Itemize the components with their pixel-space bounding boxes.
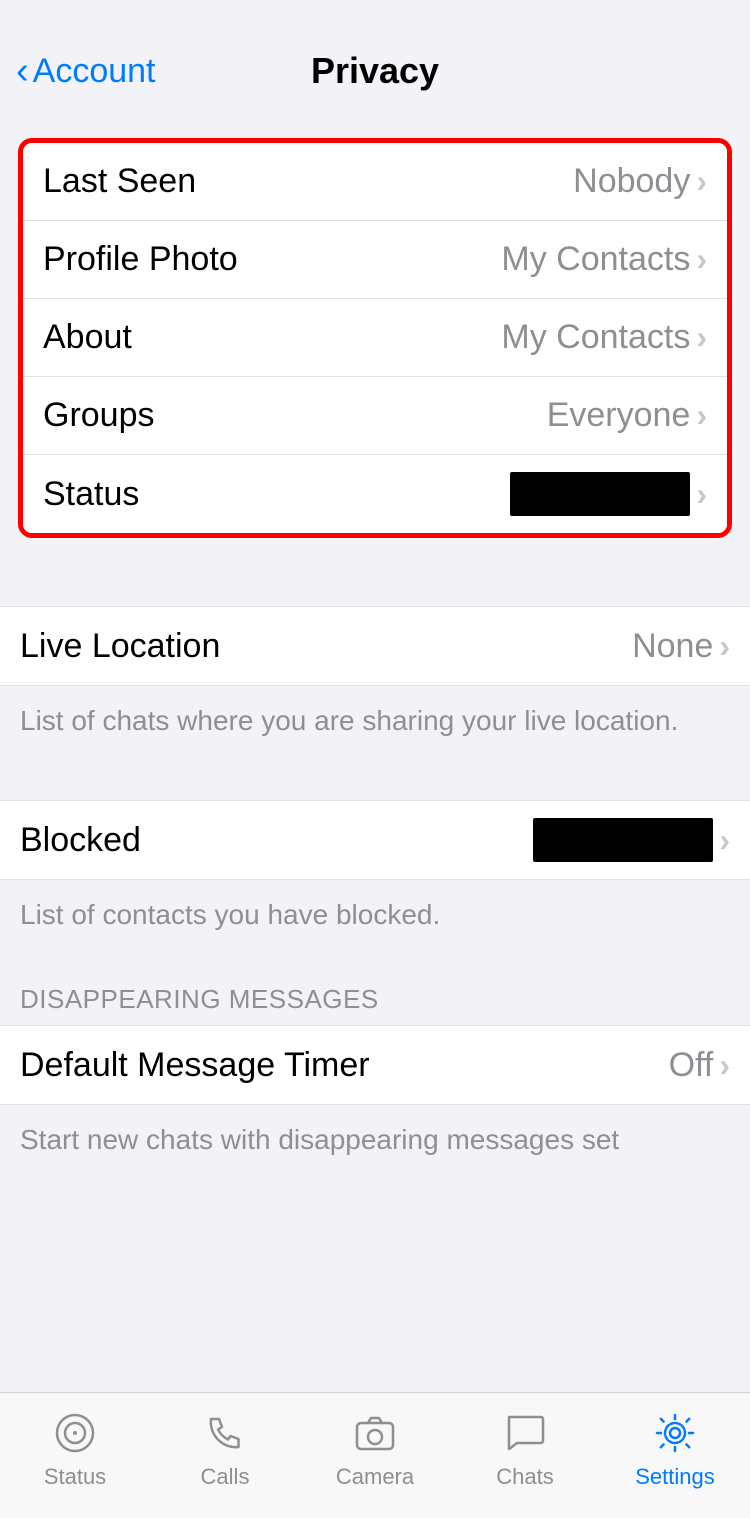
last-seen-label: Last Seen xyxy=(43,162,196,201)
live-location-chevron-icon: › xyxy=(719,628,730,665)
blocked-row[interactable]: Blocked › xyxy=(0,801,750,879)
default-message-timer-right: Off › xyxy=(669,1046,730,1085)
default-message-timer-value: Off xyxy=(669,1046,714,1085)
disappearing-messages-description: Start new chats with disappearing messag… xyxy=(0,1105,750,1181)
groups-chevron-icon: › xyxy=(696,397,707,434)
profile-photo-row[interactable]: Profile Photo My Contacts › xyxy=(23,221,727,299)
status-privacy-label: Status xyxy=(43,475,139,514)
default-message-timer-label: Default Message Timer xyxy=(20,1046,370,1085)
live-location-row[interactable]: Live Location None › xyxy=(0,607,750,685)
calls-icon xyxy=(199,1407,251,1459)
disappearing-messages-header: DISAPPEARING MESSAGES xyxy=(0,956,750,1025)
tab-camera[interactable]: Camera xyxy=(300,1407,450,1490)
tab-calls[interactable]: Calls xyxy=(150,1407,300,1490)
blocked-right: › xyxy=(533,818,730,862)
camera-icon xyxy=(349,1407,401,1459)
default-message-timer-chevron-icon: › xyxy=(719,1047,730,1084)
chats-icon xyxy=(499,1407,551,1459)
tab-status-label: Status xyxy=(44,1464,106,1490)
last-seen-right: Nobody › xyxy=(573,162,707,201)
groups-label: Groups xyxy=(43,396,155,435)
back-button[interactable]: ‹ Account xyxy=(16,52,156,91)
live-location-right: None › xyxy=(632,627,730,666)
blocked-section: Blocked › xyxy=(0,800,750,880)
live-location-value: None xyxy=(632,627,713,666)
blocked-redacted xyxy=(533,818,713,862)
default-message-timer-row[interactable]: Default Message Timer Off › xyxy=(0,1026,750,1104)
live-location-description: List of chats where you are sharing your… xyxy=(0,686,750,762)
tab-camera-label: Camera xyxy=(336,1464,414,1490)
tab-calls-label: Calls xyxy=(201,1464,250,1490)
settings-icon xyxy=(649,1407,701,1459)
groups-value: Everyone xyxy=(547,396,691,435)
status-chevron-icon: › xyxy=(696,476,707,513)
profile-photo-right: My Contacts › xyxy=(501,240,707,279)
live-location-section: Live Location None › xyxy=(0,606,750,686)
about-row[interactable]: About My Contacts › xyxy=(23,299,727,377)
profile-photo-chevron-icon: › xyxy=(696,241,707,278)
tab-chats-label: Chats xyxy=(496,1464,553,1490)
profile-photo-value: My Contacts xyxy=(501,240,690,279)
disappearing-messages-section: Default Message Timer Off › xyxy=(0,1025,750,1105)
tab-bar: Status Calls Camera Chats xyxy=(0,1392,750,1518)
status-icon xyxy=(49,1407,101,1459)
gap-2 xyxy=(0,762,750,800)
gap-1 xyxy=(0,568,750,606)
groups-row[interactable]: Groups Everyone › xyxy=(23,377,727,455)
header: ‹ Account Privacy xyxy=(0,0,750,108)
about-label: About xyxy=(43,318,132,357)
blocked-label: Blocked xyxy=(20,821,141,860)
last-seen-chevron-icon: › xyxy=(696,163,707,200)
tab-chats[interactable]: Chats xyxy=(450,1407,600,1490)
status-right: › xyxy=(510,472,707,516)
status-row[interactable]: Status › xyxy=(23,455,727,533)
blocked-description: List of contacts you have blocked. xyxy=(0,880,750,956)
last-seen-value: Nobody xyxy=(573,162,690,201)
privacy-section: Last Seen Nobody › Profile Photo My Cont… xyxy=(18,138,732,538)
privacy-settings-group: Last Seen Nobody › Profile Photo My Cont… xyxy=(23,143,727,533)
tab-settings-label: Settings xyxy=(635,1464,715,1490)
back-label: Account xyxy=(33,52,156,91)
about-chevron-icon: › xyxy=(696,319,707,356)
live-location-label: Live Location xyxy=(20,627,220,666)
tab-status[interactable]: Status xyxy=(0,1407,150,1490)
blocked-chevron-icon: › xyxy=(719,822,730,859)
page-title: Privacy xyxy=(311,50,439,92)
profile-photo-label: Profile Photo xyxy=(43,240,238,279)
last-seen-row[interactable]: Last Seen Nobody › xyxy=(23,143,727,221)
status-redacted xyxy=(510,472,690,516)
groups-right: Everyone › xyxy=(547,396,707,435)
back-chevron-icon: ‹ xyxy=(16,52,29,90)
tab-settings[interactable]: Settings xyxy=(600,1407,750,1490)
about-value: My Contacts xyxy=(501,318,690,357)
about-right: My Contacts › xyxy=(501,318,707,357)
